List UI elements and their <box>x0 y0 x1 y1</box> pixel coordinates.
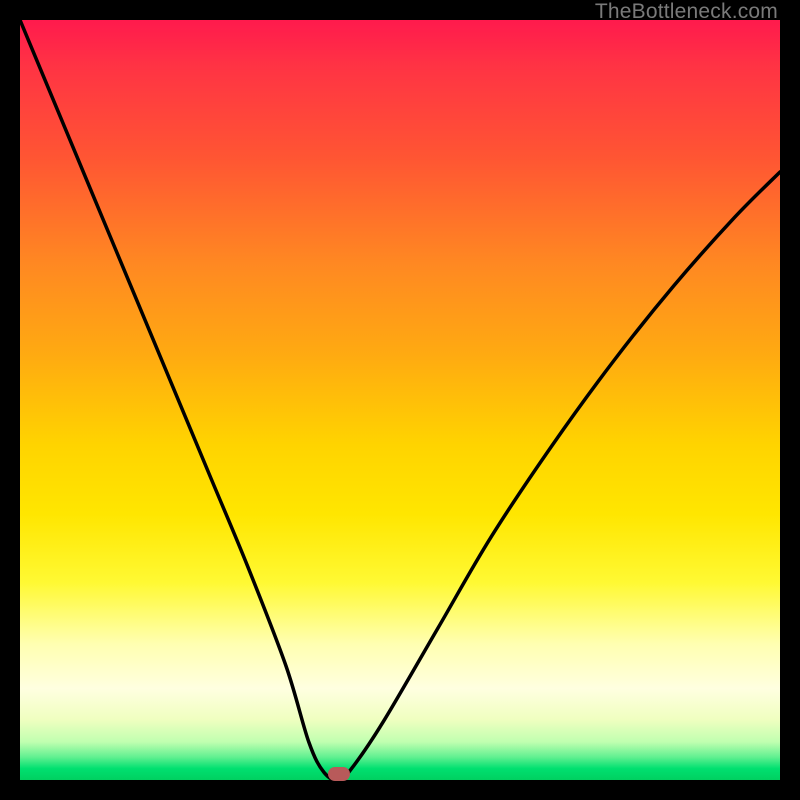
optimal-marker <box>328 767 350 781</box>
plot-area <box>20 20 780 780</box>
watermark-text: TheBottleneck.com <box>595 0 778 24</box>
bottleneck-curve <box>20 20 780 780</box>
curve-path <box>20 20 780 780</box>
chart-frame: TheBottleneck.com <box>0 0 800 800</box>
